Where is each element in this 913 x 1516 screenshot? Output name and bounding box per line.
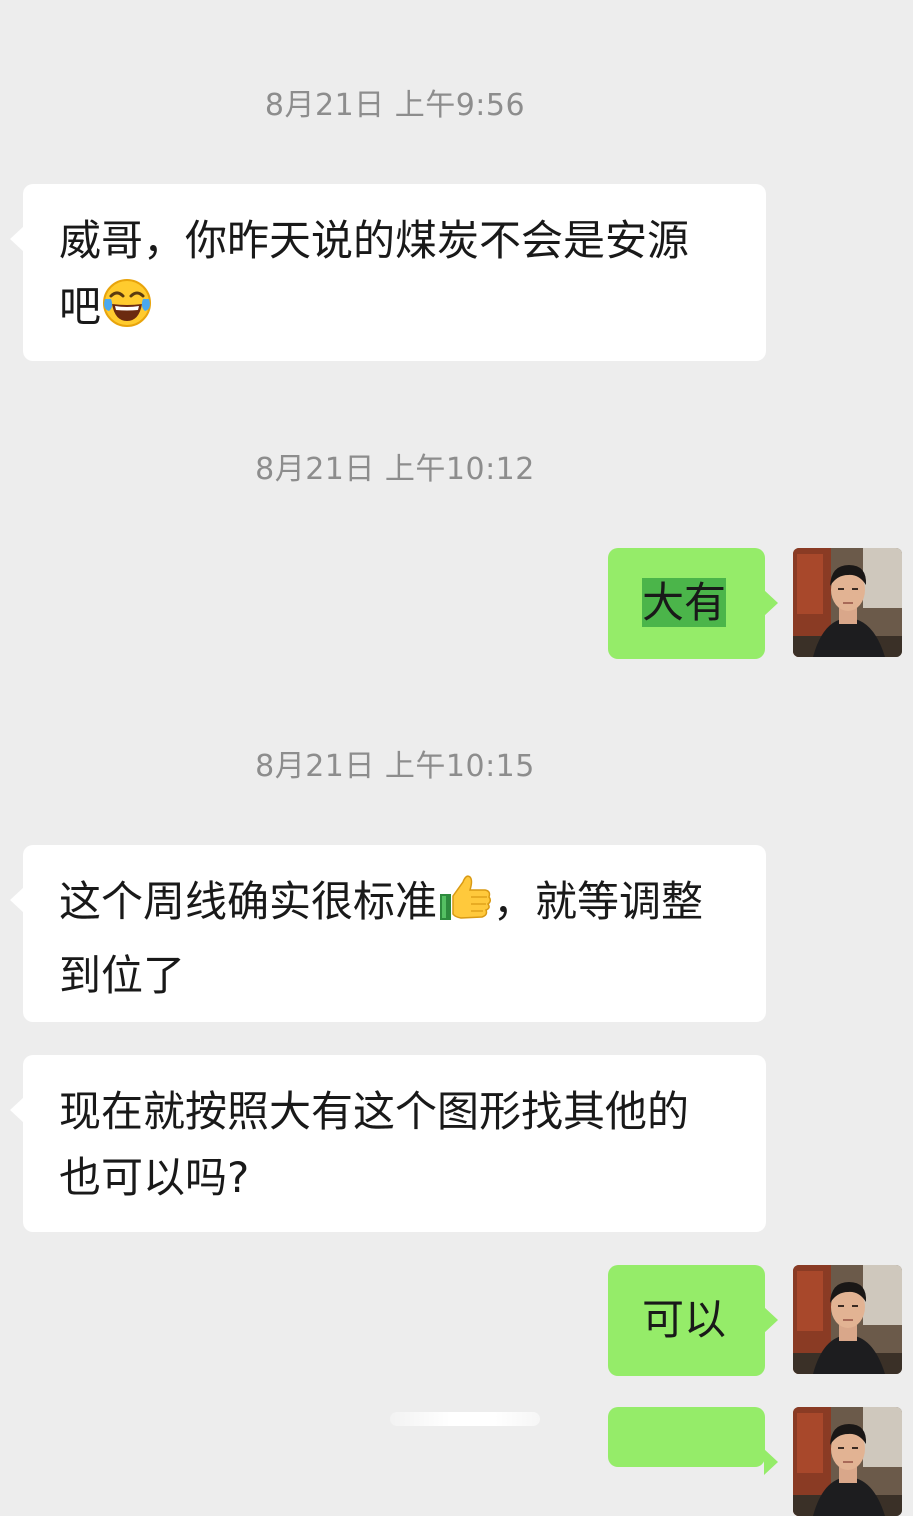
message-text-line: 到位了 [59, 951, 186, 1000]
message-text: 可以 [642, 1295, 727, 1344]
outgoing-message-1[interactable]: 大有 [608, 548, 778, 659]
partial-content [390, 1412, 540, 1426]
timestamp-1: 8月21日 上午9:56 [264, 88, 526, 123]
face-with-tears-of-joy-icon [101, 277, 153, 348]
message-text-line: 这个周线确实很标准 ，就等调整 [59, 869, 746, 943]
message-text-line: 威哥，你昨天说的煤炭不会是安源 [59, 216, 690, 265]
message-text-line: 现在就按照大有这个图形找其他的 [59, 1087, 690, 1136]
avatar[interactable] [793, 1407, 902, 1516]
avatar[interactable] [793, 1265, 902, 1374]
outgoing-message-partial[interactable] [608, 1407, 778, 1475]
message-text-line: 吧 [59, 274, 746, 348]
avatar[interactable] [793, 548, 902, 657]
message-text: 大有 [642, 578, 727, 627]
message-text-line: 也可以吗? [59, 1153, 250, 1202]
incoming-message-1[interactable]: 威哥，你昨天说的煤炭不会是安源 吧 [10, 184, 766, 361]
outgoing-message-2[interactable]: 可以 [608, 1265, 778, 1376]
incoming-message-3[interactable]: 现在就按照大有这个图形找其他的 也可以吗? [10, 1055, 766, 1232]
timestamp-3: 8月21日 上午10:15 [255, 749, 535, 784]
thumbs-up-icon [437, 872, 493, 943]
incoming-message-2[interactable]: 这个周线确实很标准 ，就等调整 到位了 [10, 845, 766, 1022]
timestamp-2: 8月21日 上午10:12 [255, 452, 535, 487]
